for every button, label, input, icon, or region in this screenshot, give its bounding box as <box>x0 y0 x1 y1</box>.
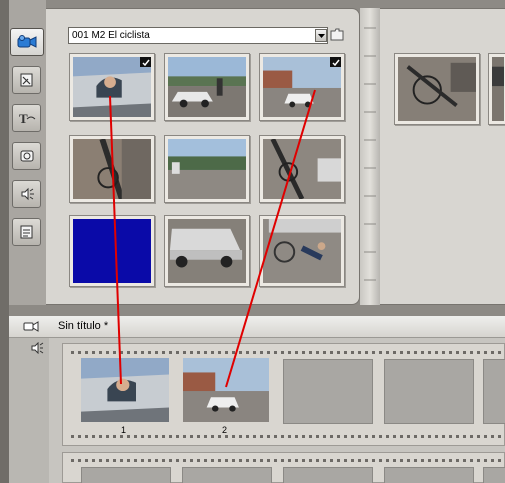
drag-line-1 <box>109 95 122 385</box>
drag-lines-overlay <box>109 89 316 388</box>
studio-window: T 001 M2 El ciclista Sin título * 1 2 <box>0 0 505 483</box>
drag-line-2 <box>225 89 316 388</box>
